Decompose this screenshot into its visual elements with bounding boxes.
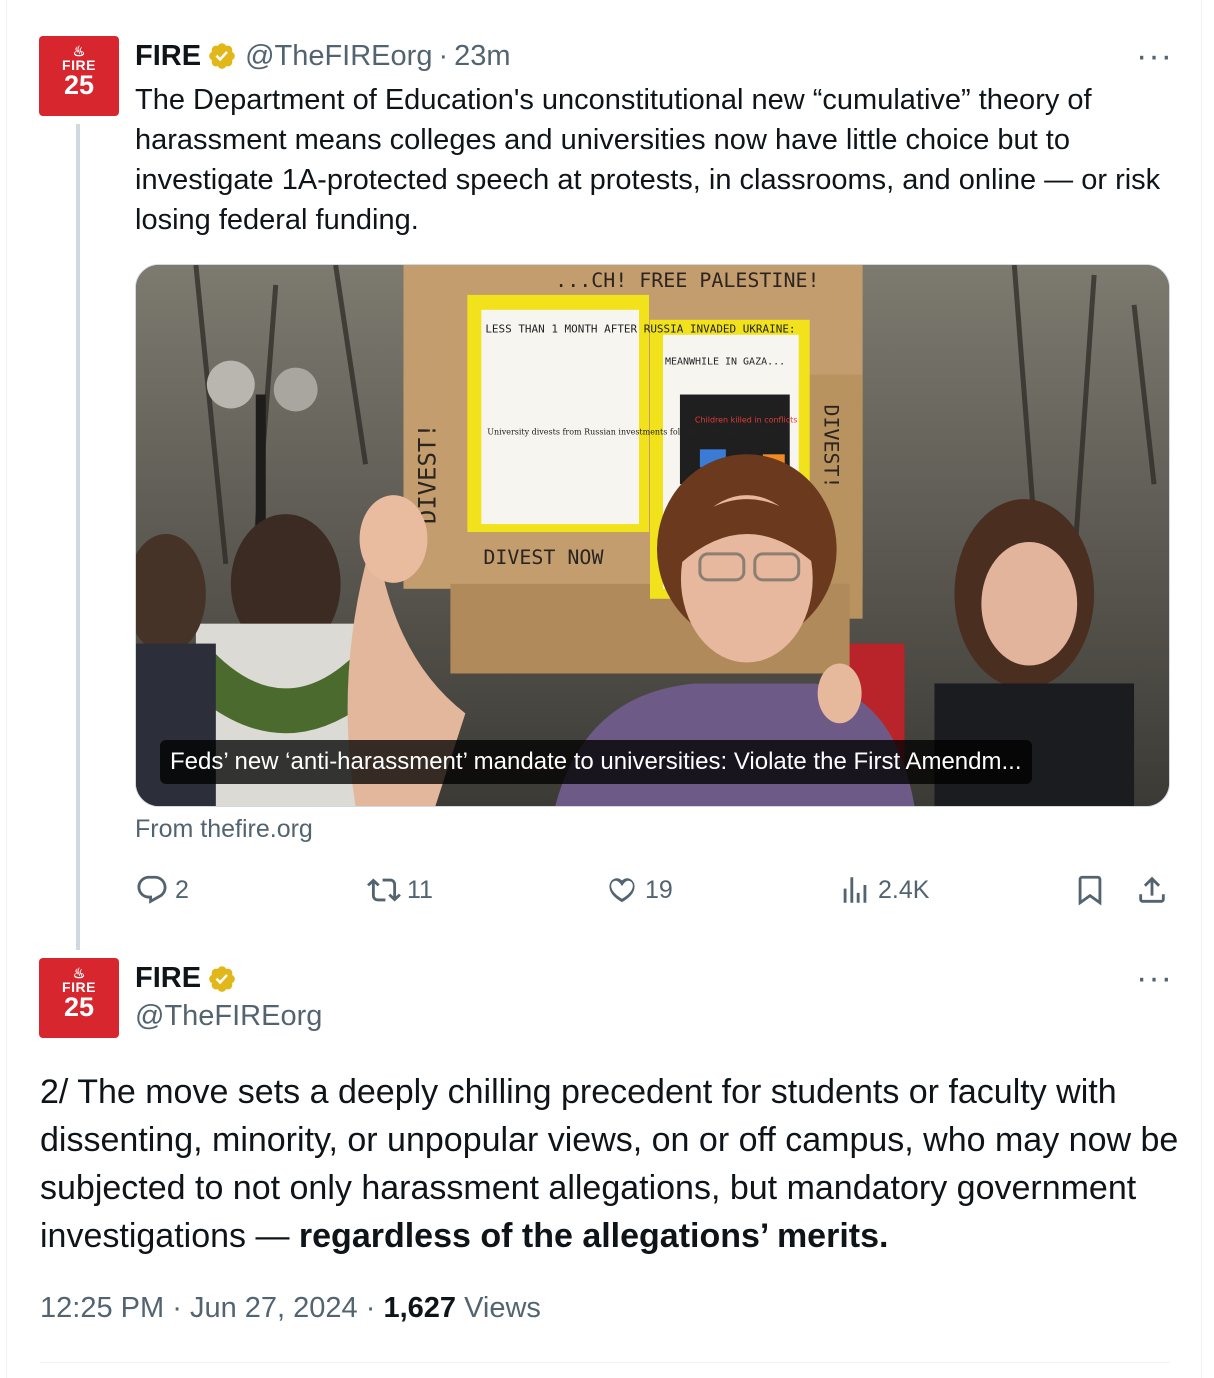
more-options-icon[interactable]: ···	[1136, 39, 1173, 73]
separator-dot: ·	[365, 1292, 376, 1324]
reply-icon	[137, 875, 167, 904]
separator-dot: ·	[172, 1292, 182, 1324]
tweet-meta: 12:25 PM · Jun 27, 2024 · 1,627 Views	[40, 1292, 541, 1325]
view-count: 2.4K	[878, 875, 930, 904]
tweet-text-bold: regardless of the allegations’ merits.	[298, 1217, 889, 1255]
views-count: 1,627	[383, 1292, 457, 1324]
divider	[40, 1362, 1170, 1363]
sign-left-headline: University divests from Russian investme…	[487, 427, 789, 436]
analytics-icon	[843, 877, 867, 903]
article-photo: ...CH! FREE PALESTINE! LESS THAN 1 MONTH…	[136, 265, 1169, 806]
thread-connector	[76, 124, 80, 950]
flame-icon: ♨	[72, 965, 86, 981]
display-name[interactable]: FIRE	[135, 40, 201, 73]
sign-left-panel-text: LESS THAN 1 MONTH AFTER RUSSIA INVADED U…	[485, 323, 795, 336]
like-button[interactable]: 19	[605, 873, 673, 907]
repost-icon	[367, 878, 401, 902]
sign-top-text: ...CH! FREE PALESTINE!	[555, 268, 819, 292]
sign-right-panel-text: MEANWHILE IN GAZA...	[665, 357, 785, 368]
views-label: Views	[464, 1292, 541, 1324]
display-name[interactable]: FIRE	[135, 962, 201, 995]
handle[interactable]: @TheFIREorg	[135, 1000, 322, 1033]
like-count: 19	[645, 875, 673, 904]
link-source[interactable]: From thefire.org	[135, 815, 313, 844]
repost-count: 11	[407, 875, 433, 904]
card-headline[interactable]: Feds’ new ‘anti-harassment’ mandate to u…	[160, 740, 1032, 784]
tweet-header: FIRE @TheFIREorg · 23m	[135, 38, 511, 74]
verified-badge-icon	[209, 965, 235, 992]
share-button[interactable]	[1135, 873, 1175, 907]
separator-dot: ·	[438, 39, 449, 72]
timestamp[interactable]: 23m	[454, 40, 510, 73]
tweet-text: 2/ The move sets a deeply chilling prece…	[40, 1068, 1180, 1260]
sign-chart-title: Children killed in conflicts	[695, 415, 798, 424]
views-button[interactable]: 2.4K	[838, 873, 929, 907]
bookmark-icon	[1078, 875, 1102, 906]
sign-bottom-text: DIVEST NOW	[483, 545, 603, 569]
share-icon	[1139, 876, 1165, 903]
heart-icon	[609, 878, 635, 903]
post-date[interactable]: Jun 27, 2024	[190, 1292, 358, 1324]
handle[interactable]: @TheFIREorg	[245, 40, 432, 73]
tweet-header: FIRE	[135, 962, 245, 995]
reply-count: 2	[175, 875, 189, 904]
avatar[interactable]: ♨ FIRE 25	[39, 36, 119, 116]
more-options-icon[interactable]: ···	[1136, 961, 1173, 995]
verified-badge-icon	[209, 43, 235, 69]
action-bar: 2 11 19 2.4K	[135, 873, 1175, 913]
flame-icon: ♨	[72, 43, 86, 59]
bookmark-button[interactable]	[1073, 873, 1113, 907]
reply-button[interactable]: 2	[135, 873, 189, 907]
avatar[interactable]: ♨ FIRE 25	[39, 958, 119, 1038]
avatar-logo-number: 25	[63, 992, 95, 1022]
link-card[interactable]: ...CH! FREE PALESTINE! LESS THAN 1 MONTH…	[135, 264, 1170, 807]
post-time[interactable]: 12:25 PM	[40, 1292, 164, 1324]
repost-button[interactable]: 11	[367, 873, 433, 907]
sign-right-side-text: DIVEST!	[820, 404, 844, 488]
avatar-logo-number: 25	[63, 70, 95, 100]
tweet-text: The Department of Education's unconstitu…	[135, 84, 1161, 236]
